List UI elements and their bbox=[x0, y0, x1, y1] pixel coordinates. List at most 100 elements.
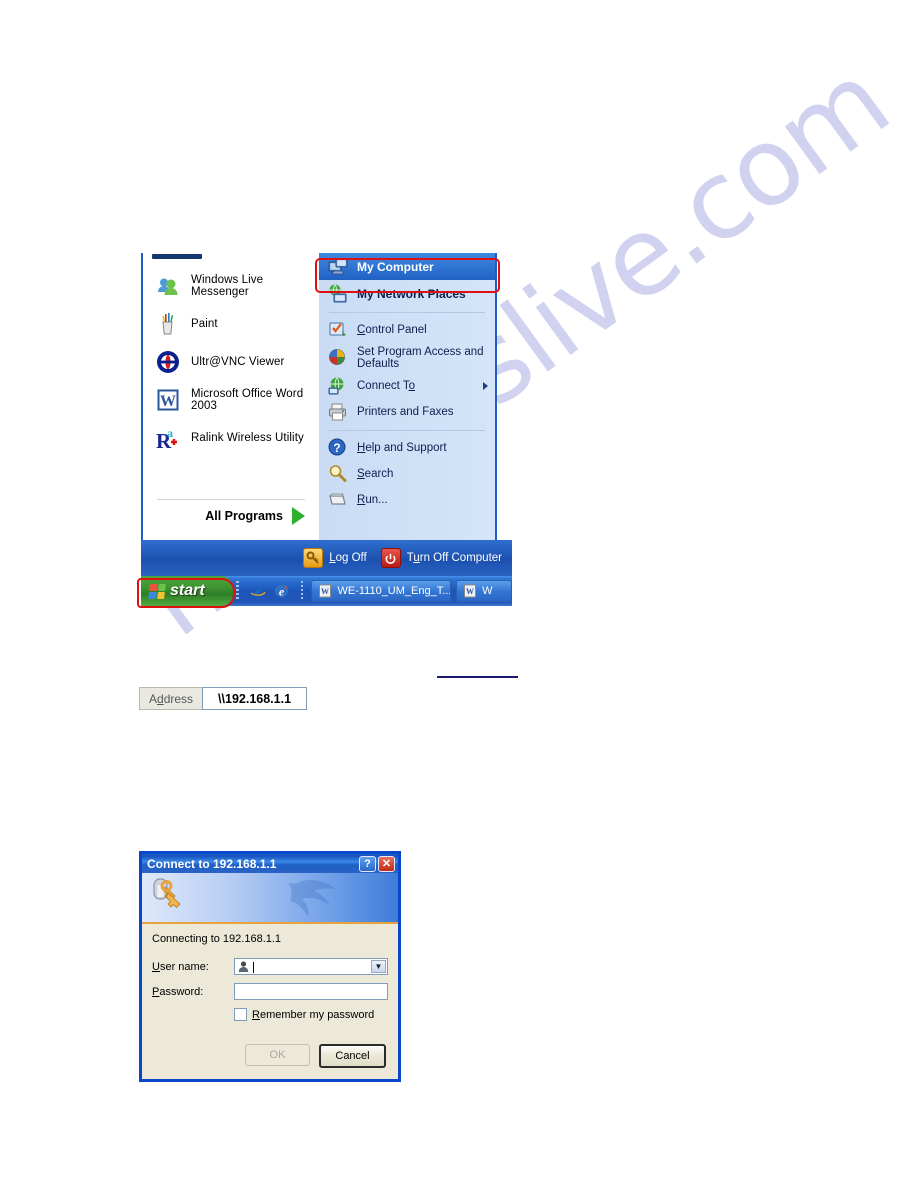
svg-text:?: ? bbox=[333, 441, 340, 455]
address-bar-label: Ad dress bbox=[139, 687, 203, 710]
remember-password-label: Remember my password bbox=[252, 1008, 375, 1021]
help-icon: ? bbox=[327, 437, 349, 459]
taskbar: start e e W WE-1110_UM_Eng_T... W W bbox=[141, 576, 512, 606]
program-item-word[interactable]: W Microsoft Office Word 2003 bbox=[143, 381, 319, 419]
address-bar: Ad dress \\192.168.1.1 bbox=[139, 687, 308, 710]
menu-item-label: Run... bbox=[357, 494, 388, 506]
ralink-icon: R a bbox=[155, 425, 181, 453]
quick-launch-grip[interactable] bbox=[236, 581, 239, 601]
program-item-ralink[interactable]: R a Ralink Wireless Utility bbox=[143, 419, 319, 457]
svg-text:e: e bbox=[254, 584, 261, 600]
svg-text:a: a bbox=[167, 426, 173, 440]
taskbar-grip[interactable] bbox=[300, 581, 304, 601]
user-icon bbox=[237, 960, 250, 973]
dialog-body: Connecting to 192.168.1.1 User name: ▼ P… bbox=[142, 924, 398, 1021]
menu-item-help-and-support[interactable]: ? Help and Support bbox=[319, 435, 495, 461]
start-menu-left-panel: Windows Live Messenger Paint Ultr@VNC Vi… bbox=[141, 253, 319, 540]
ok-button[interactable]: OK bbox=[245, 1044, 310, 1066]
messenger-icon bbox=[155, 273, 181, 299]
dialog-buttons: OK Cancel bbox=[236, 1044, 386, 1068]
all-programs-label: All Programs bbox=[205, 509, 283, 523]
program-item-paint[interactable]: Paint bbox=[143, 305, 319, 343]
menu-item-control-panel[interactable]: Control Panel bbox=[319, 317, 495, 343]
remember-password-checkbox[interactable] bbox=[234, 1008, 247, 1021]
username-input[interactable]: ▼ bbox=[234, 958, 388, 975]
task-button-label: WE-1110_UM_Eng_T... bbox=[337, 585, 452, 597]
run-icon bbox=[327, 489, 349, 511]
text-caret bbox=[253, 962, 254, 973]
cancel-button[interactable]: Cancel bbox=[319, 1044, 386, 1068]
right-panel-divider-2 bbox=[329, 430, 485, 431]
menu-item-my-network-places[interactable]: My Network Places bbox=[319, 280, 495, 307]
password-input[interactable] bbox=[234, 983, 388, 1000]
svg-text:e: e bbox=[279, 585, 285, 599]
task-button-label: W bbox=[482, 585, 493, 597]
power-icon bbox=[380, 548, 401, 568]
menu-item-label: My Computer bbox=[357, 259, 434, 274]
svg-text:W: W bbox=[160, 393, 176, 410]
password-label: Password: bbox=[152, 985, 204, 998]
task-button-word-document-1[interactable]: W WE-1110_UM_Eng_T... bbox=[311, 580, 452, 602]
start-button[interactable]: start bbox=[141, 576, 233, 606]
chevron-down-icon[interactable]: ▼ bbox=[371, 960, 386, 973]
all-programs-button[interactable]: All Programs bbox=[143, 500, 319, 525]
username-row: User name: ▼ bbox=[152, 958, 388, 975]
word-doc-icon: W bbox=[318, 584, 332, 598]
program-item-label: Ralink Wireless Utility bbox=[191, 432, 304, 444]
program-access-icon bbox=[327, 347, 349, 369]
chevron-right-icon bbox=[292, 507, 305, 525]
menu-item-printers-and-faxes[interactable]: Printers and Faxes bbox=[319, 399, 495, 425]
connect-to-icon bbox=[327, 375, 349, 397]
start-menu-right-panel: My Computer My Network Places Control Pa… bbox=[319, 253, 497, 540]
menu-item-label: Search bbox=[357, 468, 394, 480]
connect-dialog: Connect to 192.168.1.1 ? ✕ Connecting to… bbox=[139, 851, 401, 1082]
program-item-label: Windows Live Messenger bbox=[191, 274, 264, 298]
turn-off-computer-button[interactable]: Turn Off Computer bbox=[380, 548, 502, 568]
svg-text:W: W bbox=[466, 587, 474, 596]
chevron-right-icon bbox=[483, 382, 488, 390]
program-item-messenger[interactable]: Windows Live Messenger bbox=[143, 267, 319, 305]
internet-explorer-icon[interactable]: e bbox=[249, 582, 267, 600]
network-icon bbox=[327, 283, 349, 305]
menu-item-label: My Network Places bbox=[357, 286, 466, 301]
close-button[interactable]: ✕ bbox=[378, 855, 395, 872]
right-panel-divider-1 bbox=[329, 312, 485, 313]
svg-text:W: W bbox=[321, 587, 329, 596]
dialog-title-bar: Connect to 192.168.1.1 ? ✕ bbox=[142, 854, 398, 873]
log-off-label: Log Off bbox=[329, 552, 367, 564]
control-panel-icon bbox=[327, 319, 349, 341]
menu-item-my-computer[interactable]: My Computer bbox=[319, 253, 495, 280]
turn-off-label: Turn Off Computer bbox=[406, 552, 502, 564]
log-off-button[interactable]: Log Off bbox=[303, 548, 367, 568]
remember-password-row[interactable]: Remember my password bbox=[234, 1008, 388, 1021]
menu-item-label: Connect To bbox=[357, 380, 415, 392]
menu-item-search[interactable]: Search bbox=[319, 461, 495, 487]
quick-launch-bar: e e bbox=[242, 576, 298, 606]
menu-item-label: Set Program Access and Defaults bbox=[357, 346, 484, 370]
key-icon bbox=[303, 548, 324, 568]
menu-item-run[interactable]: Run... bbox=[319, 487, 495, 513]
address-input[interactable]: \\192.168.1.1 bbox=[202, 687, 308, 710]
start-menu-footer: Log Off Turn Off Computer bbox=[141, 540, 512, 576]
menu-item-label: Printers and Faxes bbox=[357, 406, 454, 418]
search-icon bbox=[327, 463, 349, 485]
task-button-word-document-2[interactable]: W W bbox=[456, 580, 512, 602]
start-button-label: start bbox=[170, 582, 205, 599]
help-button[interactable]: ? bbox=[359, 855, 376, 872]
word-icon: W bbox=[155, 387, 181, 413]
page-root: manualslive.com Windows Live Messenger P… bbox=[0, 0, 918, 1188]
browser-icon[interactable]: e bbox=[273, 582, 291, 600]
program-item-label: Ultr@VNC Viewer bbox=[191, 356, 285, 368]
word-doc-icon: W bbox=[463, 584, 477, 598]
program-item-label: Paint bbox=[191, 318, 218, 330]
dialog-banner bbox=[142, 873, 398, 924]
computer-icon bbox=[327, 256, 349, 278]
password-row: Password: bbox=[152, 983, 388, 1000]
menu-item-connect-to[interactable]: Connect To bbox=[319, 373, 495, 399]
menu-item-label: Help and Support bbox=[357, 442, 447, 454]
pinned-programs-list: Windows Live Messenger Paint Ultr@VNC Vi… bbox=[143, 253, 319, 457]
dialog-title-text: Connect to 192.168.1.1 bbox=[147, 856, 277, 871]
program-item-vnc[interactable]: Ultr@VNC Viewer bbox=[143, 343, 319, 381]
menu-item-set-program-access[interactable]: Set Program Access and Defaults bbox=[319, 343, 495, 373]
username-label: User name: bbox=[152, 960, 209, 973]
